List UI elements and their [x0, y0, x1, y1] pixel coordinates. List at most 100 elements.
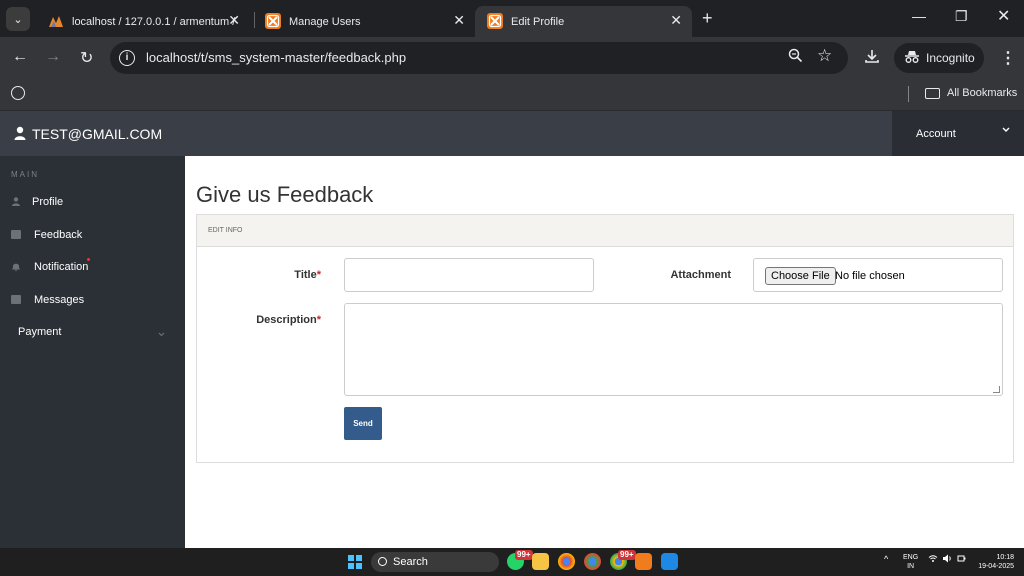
star-icon[interactable]: ☆	[817, 46, 832, 66]
sidebar-item-payment[interactable]: Payment	[0, 320, 185, 346]
minimize-icon[interactable]: —	[912, 8, 926, 24]
close-icon[interactable]: ✕	[453, 12, 465, 29]
attachment-label: Attachment	[670, 269, 731, 281]
lang-line1: ENG	[903, 554, 919, 561]
language-indicator[interactable]: ENG IN	[903, 553, 918, 571]
search-icon	[378, 557, 387, 566]
whatsapp-icon[interactable]: 99+	[507, 550, 533, 570]
incognito-label: Incognito	[926, 51, 975, 65]
volume-icon[interactable]	[942, 554, 952, 565]
browser-toolbar: ← → ↻ i localhost/t/sms_system-master/fe…	[0, 37, 1024, 80]
system-clock[interactable]: 10:18 19-04-2025	[976, 553, 1014, 571]
forward-arrow-icon[interactable]: →	[45, 48, 61, 66]
menu-kebab-icon[interactable]: ⋮	[1000, 48, 1016, 68]
sidebar: MAIN Profile Feedback Notification Messa…	[0, 156, 185, 548]
close-icon[interactable]: ✕	[670, 12, 682, 29]
tab-title: Manage Users	[289, 15, 361, 28]
choose-file-button[interactable]: Choose File	[765, 267, 836, 285]
sidebar-item-label: Notification	[34, 261, 89, 273]
tab-search-button[interactable]: ⌄	[6, 7, 30, 31]
windows-start-icon[interactable]	[348, 555, 362, 569]
notification-dot	[87, 258, 90, 261]
required-asterisk: *	[316, 314, 321, 326]
send-button[interactable]: Send	[344, 407, 382, 440]
sidebar-item-label: Messages	[34, 294, 85, 306]
account-dropdown[interactable]: Account	[892, 111, 1024, 156]
tab-title: localhost / 127.0.0.1 / armentum /	[72, 15, 236, 28]
user-icon	[12, 197, 20, 206]
phpmyadmin-icon	[48, 13, 64, 29]
close-icon[interactable]: ✕	[228, 12, 240, 29]
panel-header: EDIT INFO	[197, 215, 1013, 247]
all-bookmarks-button[interactable]: All Bookmarks	[925, 87, 1017, 99]
notification-badge: 99+	[515, 550, 533, 560]
user-icon	[14, 126, 26, 140]
tab-phpmyadmin[interactable]: localhost / 127.0.0.1 / armentum / ✕	[36, 6, 250, 37]
sidebar-item-label: Profile	[32, 196, 64, 208]
all-bookmarks-label: All Bookmarks	[947, 87, 1018, 99]
new-tab-icon[interactable]: +	[702, 8, 713, 29]
envelope-icon	[11, 230, 21, 239]
search-label: Search	[393, 556, 428, 568]
chevron-down-icon	[1002, 125, 1010, 135]
description-field-label: Description*	[237, 314, 321, 326]
sidebar-item-feedback[interactable]: Feedback	[0, 223, 185, 249]
battery-icon[interactable]	[957, 554, 966, 565]
user-email: TEST@GMAIL.COM	[32, 126, 163, 142]
sidebar-section-label: MAIN	[11, 170, 39, 179]
browser-tabstrip: ⌄ localhost / 127.0.0.1 / armentum / ✕ M…	[0, 0, 1024, 37]
title-input[interactable]	[344, 258, 594, 292]
account-label: Account	[916, 128, 956, 140]
envelope-icon	[11, 295, 21, 304]
chrome-app-icon[interactable]: 99+	[610, 550, 636, 570]
description-label-text: Description	[256, 314, 317, 326]
zoom-icon[interactable]	[788, 48, 803, 67]
title-label-text: Title	[294, 269, 317, 281]
web-page: TEST@GMAIL.COM Account MAIN Profile Feed…	[0, 111, 1024, 548]
sidebar-item-messages[interactable]: Messages	[0, 288, 185, 314]
tab-manage-users[interactable]: Manage Users ✕	[253, 6, 475, 37]
sidebar-item-profile[interactable]: Profile	[0, 190, 185, 216]
clock-date: 19-04-2025	[978, 563, 1014, 570]
chevron-up-icon[interactable]: ^	[884, 554, 888, 564]
restore-icon[interactable]: ❐	[955, 8, 968, 25]
tab-edit-profile[interactable]: Edit Profile ✕	[475, 6, 692, 37]
chrome-icon[interactable]	[558, 553, 575, 570]
taskbar: Search 99+ 99+ ^ ENG IN 10:18 19-04-2025	[0, 548, 1024, 576]
sidebar-item-notification[interactable]: Notification	[0, 255, 185, 281]
site-info-icon[interactable]: i	[119, 50, 135, 66]
tab-title: Edit Profile	[511, 15, 565, 28]
bell-icon	[12, 263, 20, 271]
address-bar[interactable]: i localhost/t/sms_system-master/feedback…	[110, 42, 848, 74]
reload-icon[interactable]: ↻	[80, 48, 93, 68]
xampp-icon	[487, 13, 503, 29]
description-textarea[interactable]	[344, 303, 1003, 396]
sidebar-item-label: Feedback	[34, 229, 83, 241]
resize-handle[interactable]	[993, 386, 1000, 393]
bookmarks-bar: All Bookmarks	[0, 80, 1024, 111]
file-explorer-icon[interactable]	[532, 553, 549, 570]
lang-line2: IN	[907, 563, 915, 570]
folder-icon	[925, 87, 940, 99]
globe-icon[interactable]	[11, 86, 25, 100]
attachment-file-input[interactable]: Choose File No file chosen	[753, 258, 1003, 292]
bookmarks-divider	[908, 86, 909, 102]
feedback-form-panel: EDIT INFO Title* Attachment Choose File …	[196, 214, 1014, 463]
app-header: TEST@GMAIL.COM Account	[0, 111, 1024, 156]
window-close-icon[interactable]: ✕	[997, 6, 1010, 26]
back-arrow-icon[interactable]: ←	[12, 48, 28, 66]
notification-badge: 99+	[618, 550, 636, 560]
required-asterisk: *	[316, 269, 321, 281]
xampp-icon	[265, 13, 281, 29]
taskbar-search[interactable]: Search	[371, 552, 499, 572]
title-field-label: Title*	[257, 269, 321, 281]
chrome-profile-icon[interactable]	[584, 553, 601, 570]
incognito-button[interactable]: Incognito	[894, 43, 984, 73]
clock-time: 10:18	[996, 554, 1014, 561]
vscode-icon[interactable]	[661, 553, 678, 570]
sidebar-item-label: Payment	[18, 326, 62, 338]
xampp-icon[interactable]	[635, 553, 652, 570]
url-text[interactable]: localhost/t/sms_system-master/feedback.p…	[146, 50, 406, 65]
wifi-icon[interactable]	[928, 554, 938, 565]
download-icon[interactable]	[864, 48, 880, 69]
